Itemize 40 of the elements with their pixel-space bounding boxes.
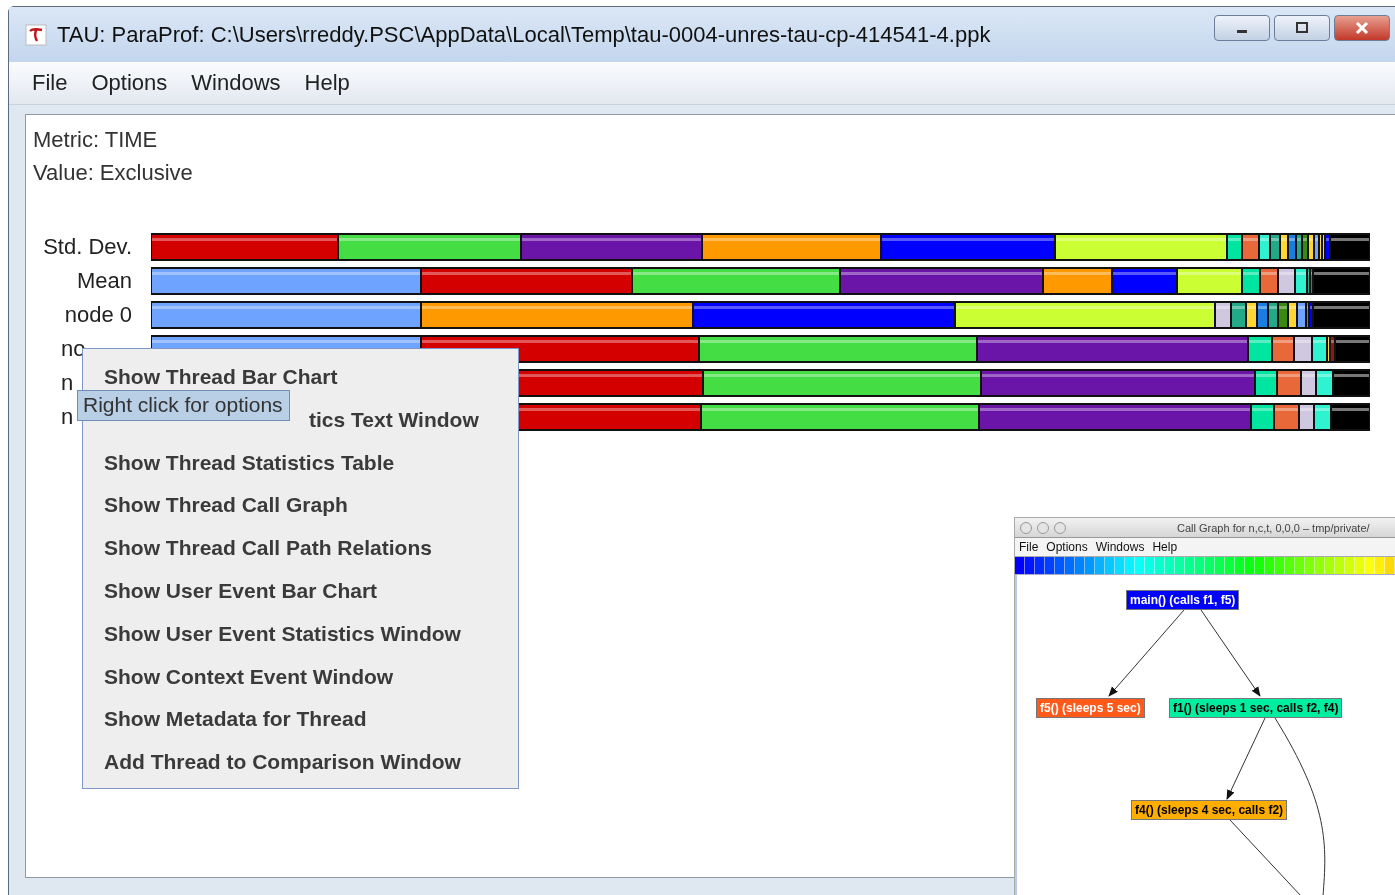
- menu-item[interactable]: Options: [1046, 540, 1088, 554]
- menu-item[interactable]: Help: [304, 70, 350, 96]
- row-label: Mean: [76, 267, 132, 294]
- menu-item[interactable]: Windows: [191, 70, 281, 96]
- minimize-icon: [1237, 29, 1247, 33]
- window-title: Call Graph for n,c,t, 0,0,0 – tmp/private/: [1177, 521, 1370, 534]
- minimize-button[interactable]: [1214, 14, 1270, 41]
- stacked-bar-drawing[interactable]: [151, 232, 1370, 261]
- info-text: Metric: TIME: [33, 127, 158, 153]
- row-label: node 0: [64, 301, 132, 328]
- maximize-button[interactable]: [1274, 14, 1330, 41]
- menu-item[interactable]: File: [1019, 540, 1039, 554]
- context-menu-item[interactable]: Add Thread to Comparison Window: [104, 745, 461, 788]
- maximize-icon: [1295, 21, 1309, 34]
- context-menu-item[interactable]: Show Context Event Window: [104, 659, 394, 703]
- graph-node[interactable]: f4() (sleeps 4 sec, calls f2): [1131, 800, 1288, 820]
- menu-item[interactable]: File: [32, 70, 68, 96]
- menu-item[interactable]: Windows: [1095, 540, 1145, 554]
- graph-node[interactable]: f1() (sleeps 1 sec, calls f2, f4): [1169, 698, 1343, 718]
- graph-node[interactable]: main() (calls f1, f5): [1126, 590, 1240, 610]
- menu-item[interactable]: Options: [91, 70, 168, 96]
- context-menu-item[interactable]: Show User Event Statistics Window: [104, 616, 461, 660]
- menu-item[interactable]: Help: [1152, 540, 1178, 554]
- context-menu-item[interactable]: Show Thread Statistics Table: [104, 445, 395, 489]
- row-label: Std. Dev.: [43, 233, 132, 260]
- row-label: n: [61, 403, 74, 430]
- tooltip: Right click for options: [77, 390, 290, 421]
- context-menu-item[interactable]: tics Text Window: [309, 402, 479, 446]
- row-label: n: [61, 369, 74, 396]
- close-icon: [1354, 21, 1370, 34]
- close-button[interactable]: [1334, 14, 1390, 41]
- context-menu-item[interactable]: Show Thread Call Graph: [104, 488, 348, 532]
- context-menu-item[interactable]: Show Metadata for Thread: [104, 702, 367, 746]
- window-title: TAU: ParaProf: C:\Users\rreddy.PSC\AppData\Local\Temp\tau-0004-unres-tau-cp-414541-4.ppk: [57, 21, 992, 48]
- info-text: Value: Exclusive: [33, 160, 193, 186]
- context-menu-item[interactable]: Show User Event Bar Chart: [104, 574, 378, 617]
- context-menu-item[interactable]: Show Thread Call Path Relations: [104, 531, 432, 574]
- app-icon: [25, 23, 47, 46]
- stacked-bar-drawing[interactable]: [151, 266, 1370, 295]
- stacked-bar-drawing[interactable]: [151, 300, 1370, 329]
